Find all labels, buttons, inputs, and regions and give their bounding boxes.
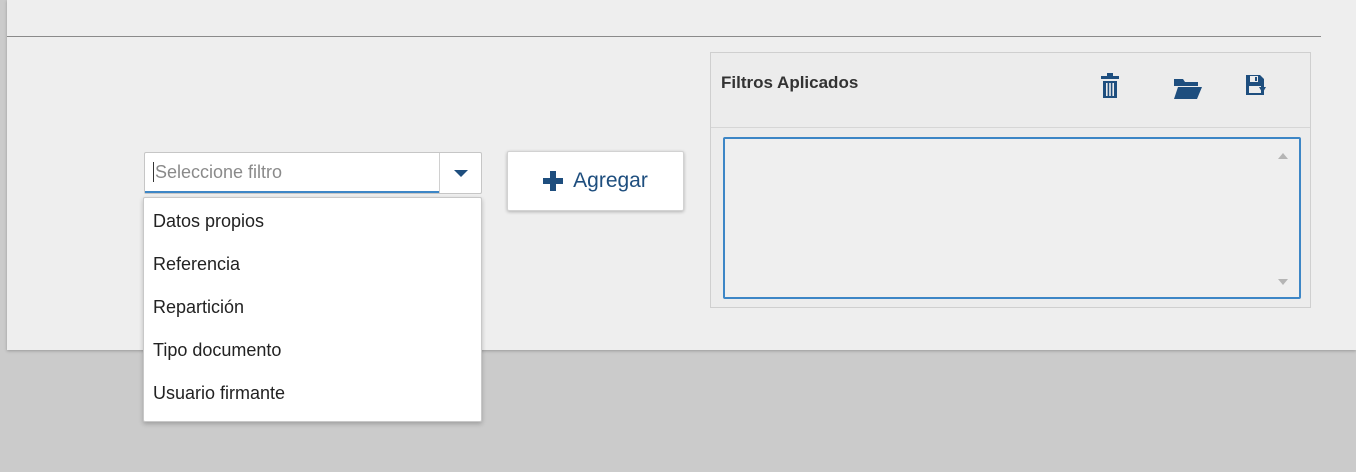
text-cursor bbox=[153, 162, 154, 182]
save-icon[interactable] bbox=[1246, 73, 1266, 104]
applied-filters-box: Filtros Aplicados bbox=[710, 52, 1311, 308]
dropdown-option-referencia[interactable]: Referencia bbox=[144, 243, 481, 286]
folder-open-icon[interactable] bbox=[1174, 77, 1202, 104]
plus-icon bbox=[543, 171, 564, 191]
filter-select[interactable]: Seleccione filtro bbox=[144, 152, 482, 194]
dropdown-toggle-button[interactable] bbox=[439, 153, 482, 193]
applied-filters-textarea[interactable] bbox=[723, 137, 1301, 299]
filter-dropdown-list: Datos propios Referencia Repartición Tip… bbox=[143, 197, 482, 422]
add-filter-button[interactable]: Agregar bbox=[507, 151, 684, 211]
caret-down-icon bbox=[454, 169, 468, 177]
dropdown-option-reparticion[interactable]: Repartición bbox=[144, 286, 481, 329]
filter-select-placeholder: Seleccione filtro bbox=[155, 161, 283, 182]
applied-filters-header: Filtros Aplicados bbox=[711, 53, 1310, 128]
filter-select-input[interactable]: Seleccione filtro bbox=[145, 153, 439, 193]
dropdown-option-tipo-documento[interactable]: Tipo documento bbox=[144, 329, 481, 372]
dropdown-option-datos-propios[interactable]: Datos propios bbox=[144, 200, 481, 243]
dropdown-option-usuario-firmante[interactable]: Usuario firmante bbox=[144, 372, 481, 415]
trash-icon[interactable] bbox=[1101, 73, 1119, 104]
panel-divider bbox=[7, 36, 1321, 37]
applied-filters-title: Filtros Aplicados bbox=[721, 73, 859, 92]
scroll-up-arrow-icon[interactable] bbox=[1278, 153, 1288, 159]
scroll-down-arrow-icon[interactable] bbox=[1278, 279, 1288, 285]
add-filter-label: Agregar bbox=[573, 169, 648, 192]
